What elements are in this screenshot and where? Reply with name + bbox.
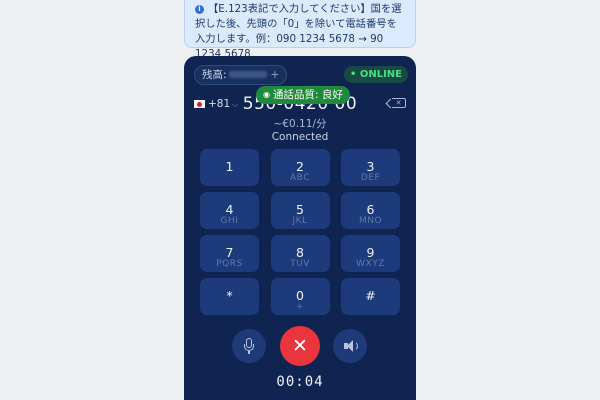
call-timer: 00:04 bbox=[276, 374, 324, 390]
add-credit-icon[interactable]: + bbox=[271, 69, 280, 81]
key-hash[interactable]: # bbox=[341, 278, 400, 315]
key-digit: 3 bbox=[366, 159, 375, 174]
key-letters: WXYZ bbox=[356, 259, 385, 269]
key-digit: 4 bbox=[225, 202, 234, 217]
call-rate: ~€0.11/分 bbox=[273, 118, 327, 130]
key-4[interactable]: 4 GHI bbox=[200, 192, 259, 229]
key-star[interactable]: * bbox=[200, 278, 259, 315]
key-letters: GHI bbox=[220, 216, 239, 226]
key-letters: + bbox=[295, 302, 305, 312]
backspace-icon[interactable]: ✕ bbox=[392, 98, 406, 108]
key-letters: MNO bbox=[358, 216, 383, 226]
call-quality-badge: ◉ 通話品質: 良好 bbox=[256, 86, 350, 104]
balance-amount-masked bbox=[228, 71, 267, 78]
key-8[interactable]: 8 TUV bbox=[270, 235, 330, 272]
key-letters: TUV bbox=[290, 259, 310, 269]
info-icon: i bbox=[195, 5, 204, 14]
key-digit: 9 bbox=[366, 245, 375, 260]
keypad: 1 2 ABC 3 DEF 4 GHI 5 JKL 6 MNO 7 PQRS 8 TUV 9W… bbox=[200, 149, 400, 315]
key-9[interactable]: 9 WXYZ bbox=[341, 235, 400, 272]
key-digit: * bbox=[226, 288, 233, 303]
key-2[interactable]: 2 ABC bbox=[270, 149, 330, 186]
key-0[interactable]: 0 + bbox=[270, 278, 330, 315]
key-letters: DEF bbox=[360, 173, 381, 183]
key-5[interactable]: 5 JKL bbox=[270, 192, 330, 229]
call-status: Connected bbox=[271, 131, 329, 143]
dialer-panel: 残高: + • ONLINE +81 ⌵ 550-0420 00 ◉ 通話品質: 良好… bbox=[184, 56, 416, 400]
key-digit: 8 bbox=[296, 245, 304, 260]
key-letters: JKL bbox=[292, 216, 308, 226]
call-quality-text: 通話品質: 良好 bbox=[272, 89, 343, 101]
key-digit: 2 bbox=[296, 159, 304, 174]
format-notice-text: 【E.123表記で入力してください】国を選択した後、先頭の「0」を除いて電話番号… bbox=[195, 3, 402, 60]
speaker-button[interactable] bbox=[333, 329, 367, 363]
key-digit: 6 bbox=[366, 202, 375, 217]
key-digit: 5 bbox=[296, 202, 304, 217]
key-digit: 1 bbox=[225, 159, 234, 174]
key-7[interactable]: 7 PQRS bbox=[200, 235, 259, 272]
hangup-button[interactable]: ✕ bbox=[280, 326, 320, 366]
key-6[interactable]: 6 MNO bbox=[341, 192, 400, 229]
call-controls: ✕ bbox=[184, 326, 416, 366]
key-digit: 0 bbox=[296, 288, 304, 303]
wifi-icon: ◉ bbox=[263, 90, 270, 99]
key-letters: PQRS bbox=[216, 259, 243, 269]
key-digit: 7 bbox=[225, 245, 234, 260]
key-letters: ABC bbox=[290, 173, 310, 183]
format-notice: i 【E.123表記で入力してください】国を選択した後、先頭の「0」を除いて電話番… bbox=[184, 0, 416, 60]
online-status-badge: • ONLINE bbox=[343, 66, 408, 83]
key-digit: # bbox=[365, 288, 376, 303]
mute-button[interactable] bbox=[232, 329, 266, 363]
key-1[interactable]: 1 bbox=[200, 149, 259, 186]
close-icon: ✕ bbox=[292, 335, 308, 357]
balance-chip[interactable]: 残高: + bbox=[194, 65, 288, 85]
key-3[interactable]: 3 DEF bbox=[341, 149, 400, 186]
balance-label: 残高: bbox=[202, 69, 227, 81]
